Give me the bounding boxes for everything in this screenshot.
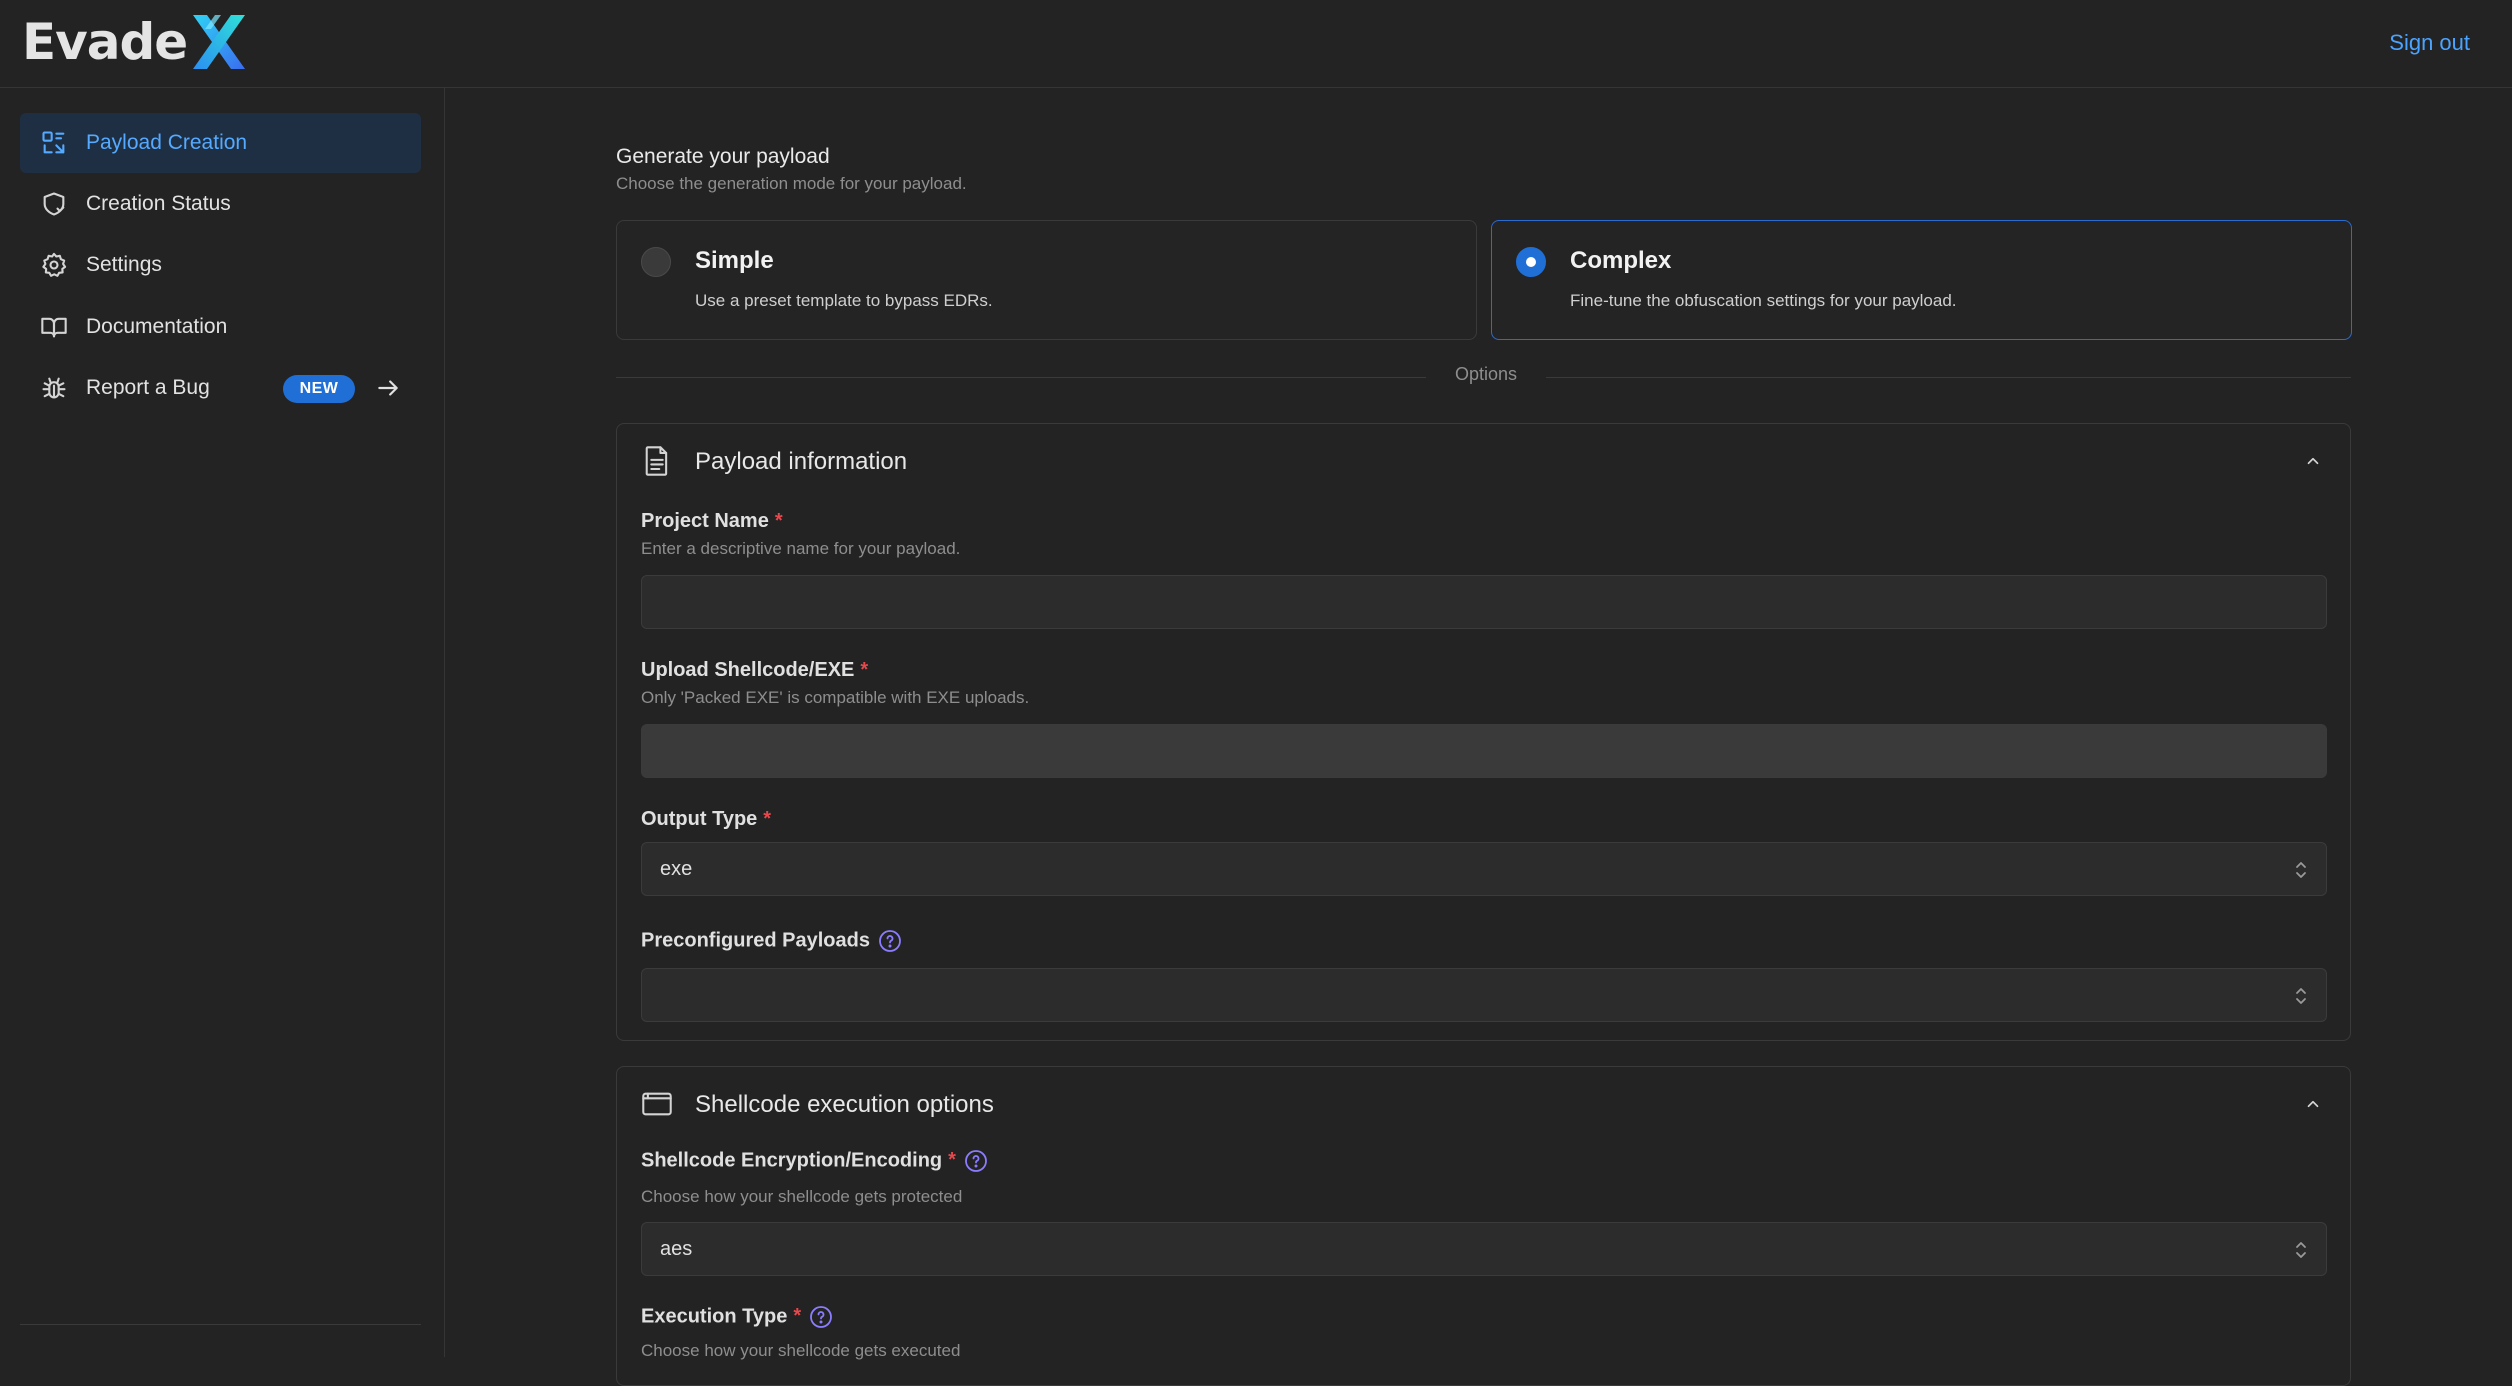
project-name-hint: Enter a descriptive name for your payloa…: [641, 539, 961, 558]
shellcode-execution-section: Shellcode execution options Shellcode En…: [616, 1066, 2351, 1386]
page-subtitle: Choose the generation mode for your payl…: [616, 174, 967, 193]
top-bar: Evade Sign out: [0, 0, 2512, 88]
terminal-window-icon: [641, 1087, 673, 1121]
shellcode-encryption-value: aes: [660, 1237, 693, 1260]
help-circle-icon[interactable]: [809, 1305, 833, 1329]
select-chevron-icon: [2296, 862, 2306, 878]
document-icon: [641, 444, 673, 478]
sidebar-item-settings[interactable]: Settings: [20, 235, 421, 295]
shellcode-encryption-label: Shellcode Encryption/Encoding *: [641, 1149, 988, 1173]
payload-information-header[interactable]: Payload information: [617, 424, 2350, 500]
sidebar: Payload Creation Creation Status Setting…: [0, 88, 445, 1357]
sidebar-item-label: Documentation: [86, 315, 228, 338]
sign-out-link[interactable]: Sign out: [2389, 30, 2470, 56]
sidebar-item-label: Report a Bug: [86, 376, 210, 399]
mode-description: Fine-tune the obfuscation settings for y…: [1570, 291, 1957, 310]
preconfigured-payloads-select[interactable]: [641, 968, 2327, 1022]
new-badge: NEW: [283, 375, 355, 403]
chevron-up-icon[interactable]: [2302, 450, 2324, 472]
sidebar-item-documentation[interactable]: Documentation: [20, 297, 421, 357]
upload-shellcode-dropzone[interactable]: [641, 724, 2327, 778]
page-title: Generate your payload: [616, 145, 830, 168]
options-label: Options: [1426, 364, 1546, 385]
sidebar-item-label: Settings: [86, 253, 162, 276]
upload-shellcode-label: Upload Shellcode/EXE *: [641, 659, 869, 681]
sidebar-item-payload-creation[interactable]: Payload Creation: [20, 113, 421, 173]
preconfigured-payloads-label: Preconfigured Payloads: [641, 929, 902, 953]
main-content: Generate your payload Choose the generat…: [446, 88, 2512, 1386]
shellcode-encryption-select[interactable]: aes: [641, 1222, 2327, 1276]
upload-shellcode-hint: Only 'Packed EXE' is compatible with EXE…: [641, 688, 1030, 707]
shellcode-encryption-hint: Choose how your shellcode gets protected: [641, 1187, 963, 1206]
help-circle-icon[interactable]: [964, 1149, 988, 1173]
project-name-input[interactable]: [641, 575, 2327, 629]
help-circle-icon[interactable]: [878, 929, 902, 953]
mode-description: Use a preset template to bypass EDRs.: [695, 291, 993, 310]
select-chevron-icon: [2296, 1242, 2306, 1258]
sidebar-item-report-a-bug[interactable]: Report a Bug NEW: [20, 358, 421, 418]
evadex-logo[interactable]: Evade: [22, 10, 249, 74]
section-title: Payload information: [695, 448, 908, 475]
radio-simple[interactable]: [641, 247, 671, 277]
output-type-select[interactable]: exe: [641, 842, 2327, 896]
mode-title: Simple: [695, 247, 774, 274]
payload-information-section: Payload information Project Name * Enter …: [616, 423, 2351, 1041]
bug-icon: [38, 372, 70, 404]
shield-check-icon: [38, 188, 70, 220]
select-chevron-icon: [2296, 988, 2306, 1004]
gear-icon: [38, 249, 70, 281]
chevron-up-icon[interactable]: [2302, 1093, 2324, 1115]
mode-title: Complex: [1570, 247, 1672, 274]
execution-type-hint: Choose how your shellcode gets executed: [641, 1341, 961, 1360]
book-icon: [38, 311, 70, 343]
section-title: Shellcode execution options: [695, 1091, 994, 1118]
sidebar-item-label: Creation Status: [86, 192, 231, 215]
arrow-right-icon[interactable]: [372, 372, 404, 404]
sidebar-item-label: Payload Creation: [86, 131, 248, 154]
sidebar-item-creation-status[interactable]: Creation Status: [20, 174, 421, 234]
output-type-label: Output Type *: [641, 808, 772, 830]
shellcode-execution-header[interactable]: Shellcode execution options: [617, 1067, 2350, 1143]
execution-type-label: Execution Type *: [641, 1305, 833, 1329]
payload-creation-icon: [38, 127, 70, 159]
logo-x-icon: [193, 15, 246, 69]
mode-card-complex[interactable]: Complex Fine-tune the obfuscation settin…: [1491, 220, 2352, 340]
project-name-label: Project Name *: [641, 510, 783, 532]
output-type-value: exe: [660, 857, 693, 880]
sidebar-divider: [20, 1324, 421, 1325]
radio-complex[interactable]: [1516, 247, 1546, 277]
mode-card-simple[interactable]: Simple Use a preset template to bypass E…: [616, 220, 1477, 340]
